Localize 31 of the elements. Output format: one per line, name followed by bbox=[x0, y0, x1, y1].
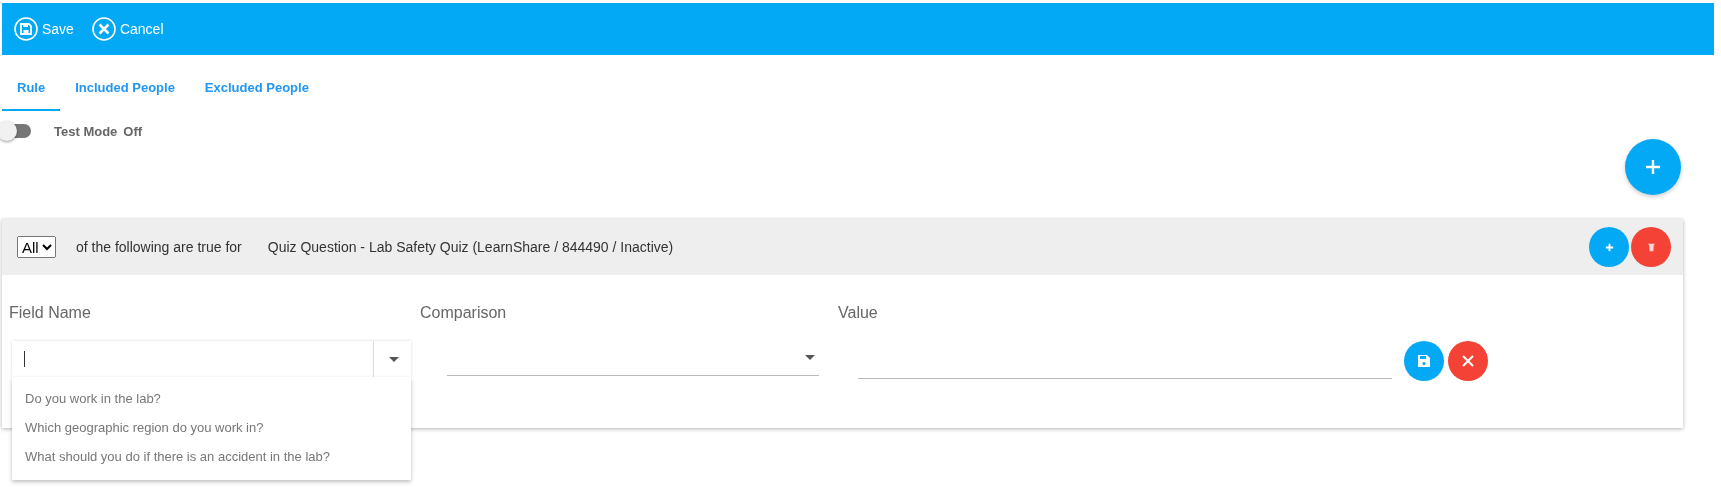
toggle-switch[interactable] bbox=[0, 124, 31, 138]
plus-icon bbox=[1603, 241, 1615, 253]
save-button[interactable] bbox=[1404, 341, 1444, 381]
column-label: Comparison bbox=[420, 304, 508, 322]
dropdown-option[interactable]: Which geographic region do you work in? bbox=[12, 414, 411, 443]
trash-icon bbox=[1645, 241, 1657, 253]
plus-icon bbox=[1643, 157, 1663, 177]
test-mode-label: Test Mode bbox=[54, 123, 118, 139]
connector-text: of the following are true for bbox=[76, 239, 242, 255]
toolbar-button[interactable]: Save bbox=[14, 17, 74, 41]
dropdown-icon bbox=[805, 355, 815, 360]
close-icon bbox=[91, 17, 116, 41]
tab[interactable]: Excluded People bbox=[189, 68, 324, 111]
delete-button[interactable] bbox=[1631, 227, 1671, 267]
save-icon bbox=[14, 17, 38, 41]
dropdown-option[interactable]: Do you work in the lab? bbox=[12, 385, 411, 414]
dropdown-icon bbox=[389, 357, 399, 362]
tab[interactable]: Included People bbox=[60, 68, 190, 111]
rule-target: Quiz Question - Lab Safety Quiz (LearnShare / 844490 / Inactive) bbox=[267, 239, 674, 255]
test-mode-state: Off bbox=[123, 123, 143, 139]
save-icon bbox=[1416, 353, 1432, 369]
close-icon bbox=[1460, 353, 1476, 369]
toolbar-button[interactable]: Cancel bbox=[91, 17, 164, 41]
cancel-button[interactable] bbox=[1448, 341, 1488, 381]
tab[interactable]: Rule bbox=[2, 68, 61, 111]
add-condition-button[interactable] bbox=[1589, 227, 1629, 267]
dropdown-option[interactable]: What should you do if there is an accident in the lab? bbox=[12, 443, 411, 472]
add-button[interactable] bbox=[1625, 139, 1681, 195]
quantifier-select[interactable]: All bbox=[17, 236, 56, 258]
column-label: Field Name bbox=[9, 304, 92, 322]
column-label: Value bbox=[838, 304, 879, 322]
